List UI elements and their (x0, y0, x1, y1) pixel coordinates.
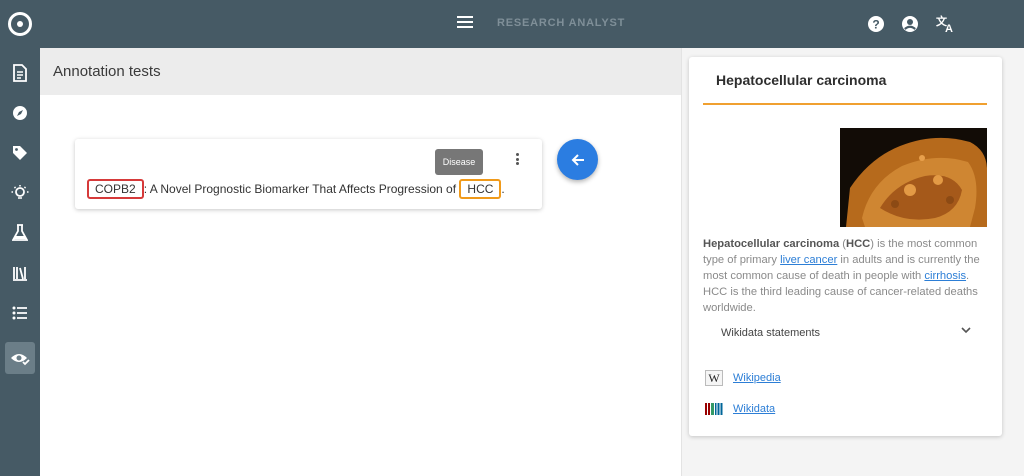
info-title: Hepatocellular carcinoma (716, 72, 887, 88)
more-options-icon[interactable] (513, 151, 521, 167)
entity-info-card: Hepatocellular carcinoma Hepatocellular … (689, 57, 1002, 436)
wikidata-statements-label: Wikidata statements (721, 327, 821, 339)
sidebar-item-explore[interactable] (5, 97, 35, 129)
page-header: Annotation tests (40, 48, 681, 95)
sidebar-item-library[interactable] (5, 257, 35, 289)
liver-cancer-link[interactable]: liver cancer (780, 254, 837, 266)
lightbulb-icon (11, 185, 29, 199)
entity-hcc[interactable]: HCC (459, 179, 502, 199)
eye-check-icon (11, 354, 30, 366)
page-title: Annotation tests (53, 63, 161, 80)
wikidata-link-row[interactable]: Wikidata (705, 403, 775, 415)
compass-icon (13, 106, 27, 120)
sidebar-item-tags[interactable] (5, 137, 35, 169)
chevron-down-icon (961, 327, 971, 334)
sidebar-item-documents[interactable] (5, 57, 35, 89)
cirrhosis-link[interactable]: cirrhosis (924, 270, 966, 282)
entity-copb2[interactable]: COPB2 (87, 179, 144, 199)
wikipedia-icon: W (705, 370, 723, 386)
title-underline (703, 103, 987, 105)
sidebar-item-ideas[interactable] (5, 177, 35, 209)
tag-icon (13, 146, 27, 160)
wikidata-icon (705, 403, 723, 415)
wikipedia-link-row[interactable]: W Wikipedia (705, 370, 781, 386)
sidebar-item-experiments[interactable] (5, 217, 35, 249)
document-icon (13, 64, 27, 82)
svg-text:A: A (945, 23, 953, 34)
svg-text:?: ? (872, 18, 879, 32)
sidebar (0, 48, 40, 476)
arrow-left-icon (571, 153, 584, 166)
wikidata-statements-toggle[interactable]: Wikidata statements (721, 327, 971, 339)
annotation-text-middle: : A Novel Prognostic Biomarker That Affe… (143, 182, 460, 196)
sidebar-item-list[interactable] (5, 297, 35, 329)
annotation-text-end: . (501, 182, 505, 196)
desc-text: ( (839, 238, 847, 250)
translate-icon[interactable]: 文A (935, 14, 955, 35)
app-title: RESEARCH ANALYST (497, 17, 626, 29)
sidebar-item-annotation[interactable] (5, 342, 35, 374)
annotation-card: Disease COPB2: A Novel Prognostic Biomar… (75, 139, 542, 209)
entity-tooltip: Disease (435, 149, 483, 175)
account-icon[interactable] (900, 14, 920, 34)
list-icon (12, 306, 27, 320)
wikipedia-link[interactable]: Wikipedia (733, 372, 781, 384)
annotation-text: COPB2: A Novel Prognostic Biomarker That… (87, 179, 505, 199)
logo-icon[interactable] (8, 12, 32, 36)
help-icon[interactable]: ? (866, 14, 886, 34)
flask-icon (12, 224, 28, 241)
back-button[interactable] (557, 139, 598, 180)
desc-abbr: HCC (846, 238, 871, 250)
menu-icon[interactable] (457, 16, 473, 30)
wikidata-link[interactable]: Wikidata (733, 403, 775, 415)
entity-image (840, 128, 987, 227)
top-bar: RESEARCH ANALYST ? 文A (0, 0, 1024, 48)
library-icon (13, 267, 27, 281)
info-description: Hepatocellular carcinoma (HCC) is the mo… (703, 236, 993, 316)
desc-term: Hepatocellular carcinoma (703, 238, 840, 250)
